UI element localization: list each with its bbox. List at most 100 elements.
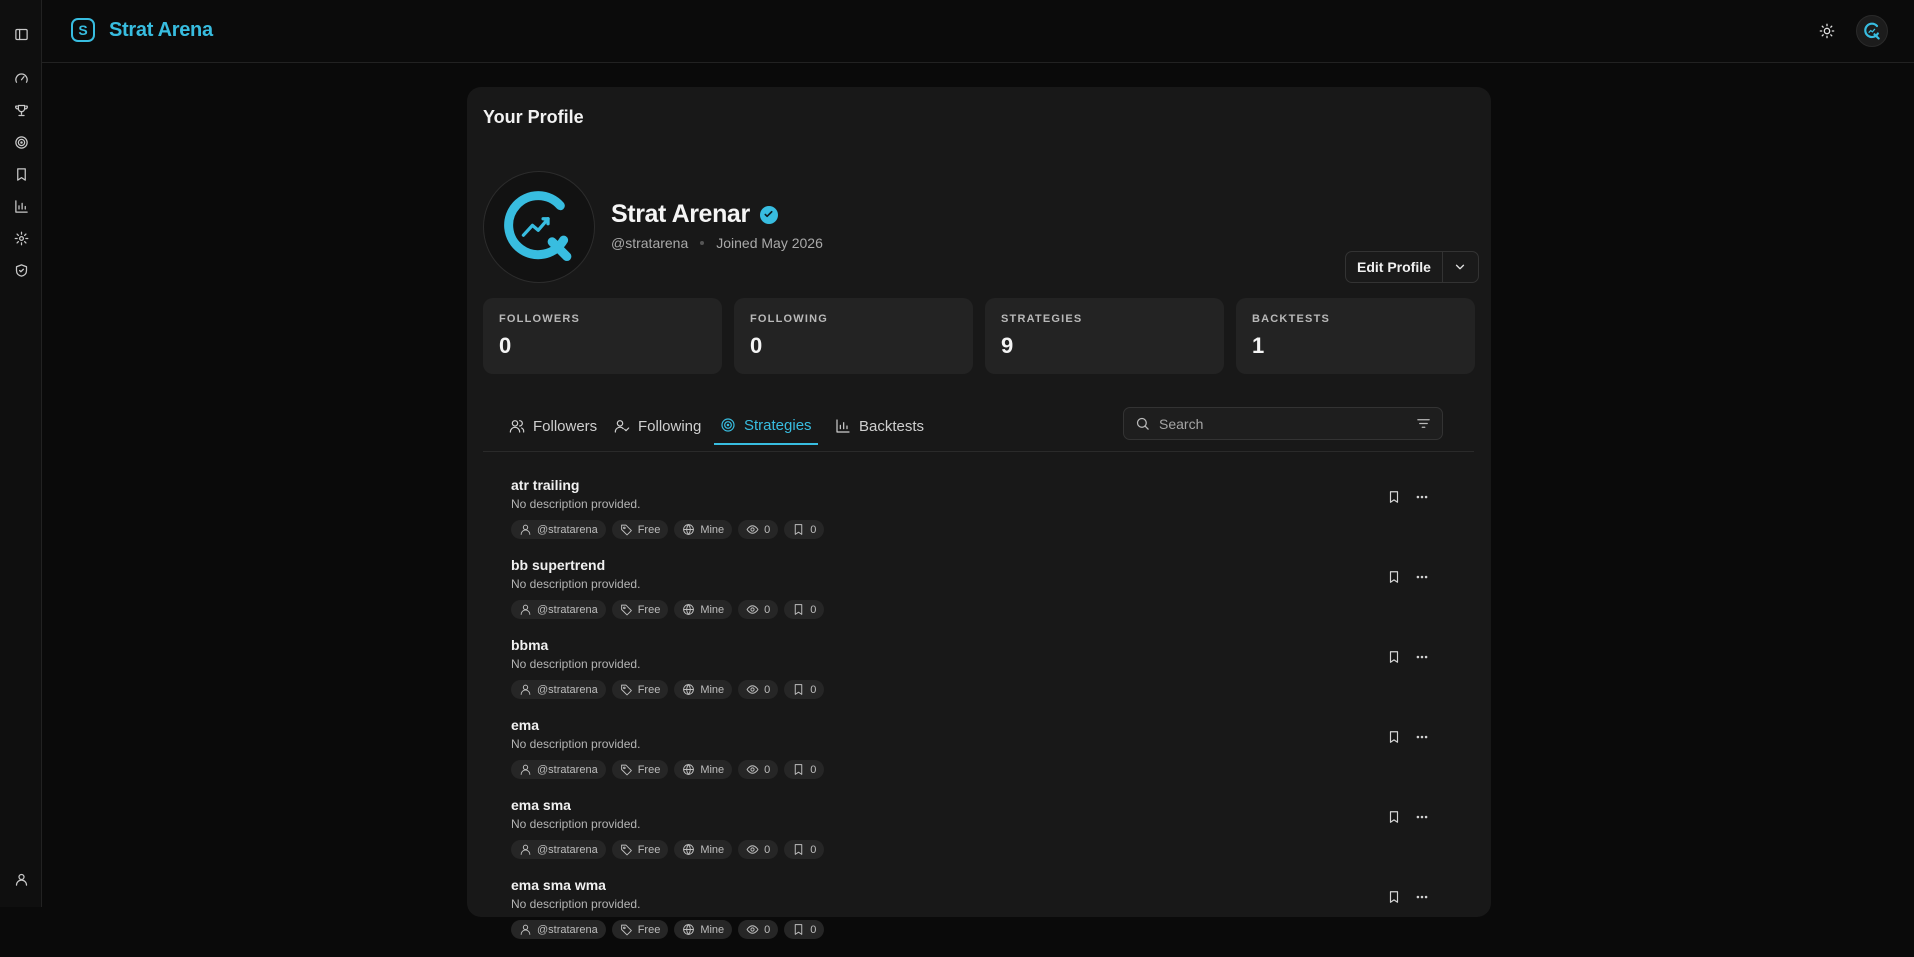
strategy-description: No description provided. — [511, 497, 641, 511]
list-item[interactable]: bbma No description provided. @strataren… — [511, 637, 1471, 717]
bookmark-button[interactable] — [1387, 809, 1401, 825]
bookmark-icon — [1389, 811, 1399, 823]
user-icon[interactable] — [11, 869, 31, 889]
globe-icon — [683, 684, 695, 695]
stat-label: BACKTESTS — [1252, 313, 1331, 325]
saves-chip: 0 — [784, 520, 825, 539]
list-item[interactable]: ema No description provided. @stratarena… — [511, 717, 1471, 797]
gauge-icon[interactable] — [11, 68, 31, 88]
filter-button[interactable] — [1416, 416, 1431, 431]
row-actions — [1387, 729, 1429, 745]
shield-icon[interactable] — [11, 260, 31, 280]
stat-value: 9 — [1001, 333, 1014, 358]
strategy-title[interactable]: bb supertrend — [511, 557, 1471, 573]
globe-icon — [683, 844, 695, 855]
bookmark-icon[interactable] — [11, 164, 31, 184]
search-input[interactable] — [1159, 415, 1407, 432]
bookmark-button[interactable] — [1387, 649, 1401, 665]
chip-label: Mine — [700, 763, 725, 776]
chart-icon[interactable] — [11, 196, 31, 216]
chip-label: Free — [637, 523, 661, 536]
more-options-button[interactable] — [1415, 489, 1429, 505]
eye-icon — [746, 845, 759, 854]
price-chip: Free — [611, 760, 669, 779]
stat-label: FOLLOWING — [750, 313, 829, 325]
more-options-button[interactable] — [1415, 809, 1429, 825]
chip-label: 0 — [810, 763, 817, 776]
strategy-meta: @stratarena Free Mine 0 0 — [511, 600, 1471, 619]
more-options-button[interactable] — [1415, 569, 1429, 585]
row-actions — [1387, 889, 1429, 905]
strategy-description: No description provided. — [511, 897, 641, 911]
bookmark-button[interactable] — [1387, 889, 1401, 905]
chip-label: Free — [637, 683, 661, 696]
bookmark-button[interactable] — [1387, 489, 1401, 505]
list-item[interactable]: ema sma wma No description provided. @st… — [511, 877, 1471, 957]
chip-label: @stratarena — [537, 843, 598, 856]
strategy-title[interactable]: ema sma wma — [511, 877, 1471, 893]
bookmark-icon — [1389, 491, 1399, 503]
chip-label: Mine — [700, 683, 725, 696]
author-chip: @stratarena — [511, 520, 606, 539]
row-actions — [1387, 809, 1429, 825]
more-options-button[interactable] — [1415, 729, 1429, 745]
profile-card: Your Profile Strat Arenar @stratarena Jo… — [467, 87, 1491, 939]
price-chip: Free — [611, 840, 669, 859]
saves-chip: 0 — [784, 680, 825, 699]
edit-profile-menu-button[interactable] — [1443, 252, 1478, 282]
chip-label: 0 — [764, 523, 771, 536]
theme-toggle-button[interactable] — [1816, 20, 1838, 42]
bookmark-button[interactable] — [1387, 569, 1401, 585]
user-icon — [520, 604, 531, 615]
more-options-button[interactable] — [1415, 649, 1429, 665]
tag-icon — [620, 684, 632, 696]
logo-avatar-icon — [504, 191, 572, 262]
strategy-meta: @stratarena Free Mine 0 0 — [511, 680, 1471, 699]
tab-followers[interactable]: Followers — [503, 407, 603, 445]
strategy-title[interactable]: bbma — [511, 637, 1471, 653]
tag-icon — [620, 924, 632, 936]
list-item[interactable]: ema sma No description provided. @strata… — [511, 797, 1471, 877]
strategy-description: No description provided. — [511, 657, 641, 671]
chevron-down-icon — [1456, 264, 1465, 270]
toggle-sidebar-icon[interactable] — [11, 24, 31, 44]
tab-following[interactable]: Following — [608, 407, 707, 445]
strategy-meta: @stratarena Free Mine 0 0 — [511, 920, 1471, 939]
strategy-title[interactable]: atr trailing — [511, 477, 1471, 493]
strategy-meta: @stratarena Free Mine 0 0 — [511, 520, 1471, 539]
bookmark-icon — [1389, 571, 1399, 583]
tag-icon — [620, 604, 632, 616]
tag-icon — [620, 844, 632, 856]
tab-backtests[interactable]: Backtests — [829, 407, 930, 445]
bookmark-icon — [1389, 891, 1399, 903]
visibility-chip: Mine — [674, 760, 733, 779]
tab-label: Following — [638, 417, 702, 435]
bookmark-icon — [795, 924, 803, 935]
strategy-title[interactable]: ema sma — [511, 797, 1471, 813]
gear-icon[interactable] — [11, 228, 31, 248]
strategy-list: atr trailing No description provided. @s… — [511, 477, 1471, 957]
chip-label: 0 — [764, 683, 771, 696]
eye-icon — [746, 525, 759, 534]
bookmark-button[interactable] — [1387, 729, 1401, 745]
list-item[interactable]: atr trailing No description provided. @s… — [511, 477, 1471, 557]
bookmark-icon — [795, 604, 803, 615]
more-options-button[interactable] — [1415, 889, 1429, 905]
search-icon — [1136, 417, 1149, 430]
edit-profile-button[interactable]: Edit Profile — [1346, 252, 1443, 282]
tab-strategies[interactable]: Strategies — [714, 407, 818, 445]
chip-label: Free — [637, 763, 661, 776]
profile-name-row: Strat Arenar — [611, 200, 778, 229]
target-icon[interactable] — [11, 132, 31, 152]
user-avatar-button[interactable] — [1856, 15, 1888, 47]
chip-label: Free — [637, 923, 661, 936]
chip-label: Free — [637, 843, 661, 856]
strategy-title[interactable]: ema — [511, 717, 1471, 733]
stat-backtests: BACKTESTS 1 — [1236, 298, 1475, 374]
user-icon — [520, 524, 531, 535]
list-item[interactable]: bb supertrend No description provided. @… — [511, 557, 1471, 637]
views-chip: 0 — [738, 920, 779, 939]
brand-link[interactable]: S Strat Arena — [71, 18, 213, 42]
trophy-icon[interactable] — [11, 100, 31, 120]
target-icon — [721, 418, 735, 432]
